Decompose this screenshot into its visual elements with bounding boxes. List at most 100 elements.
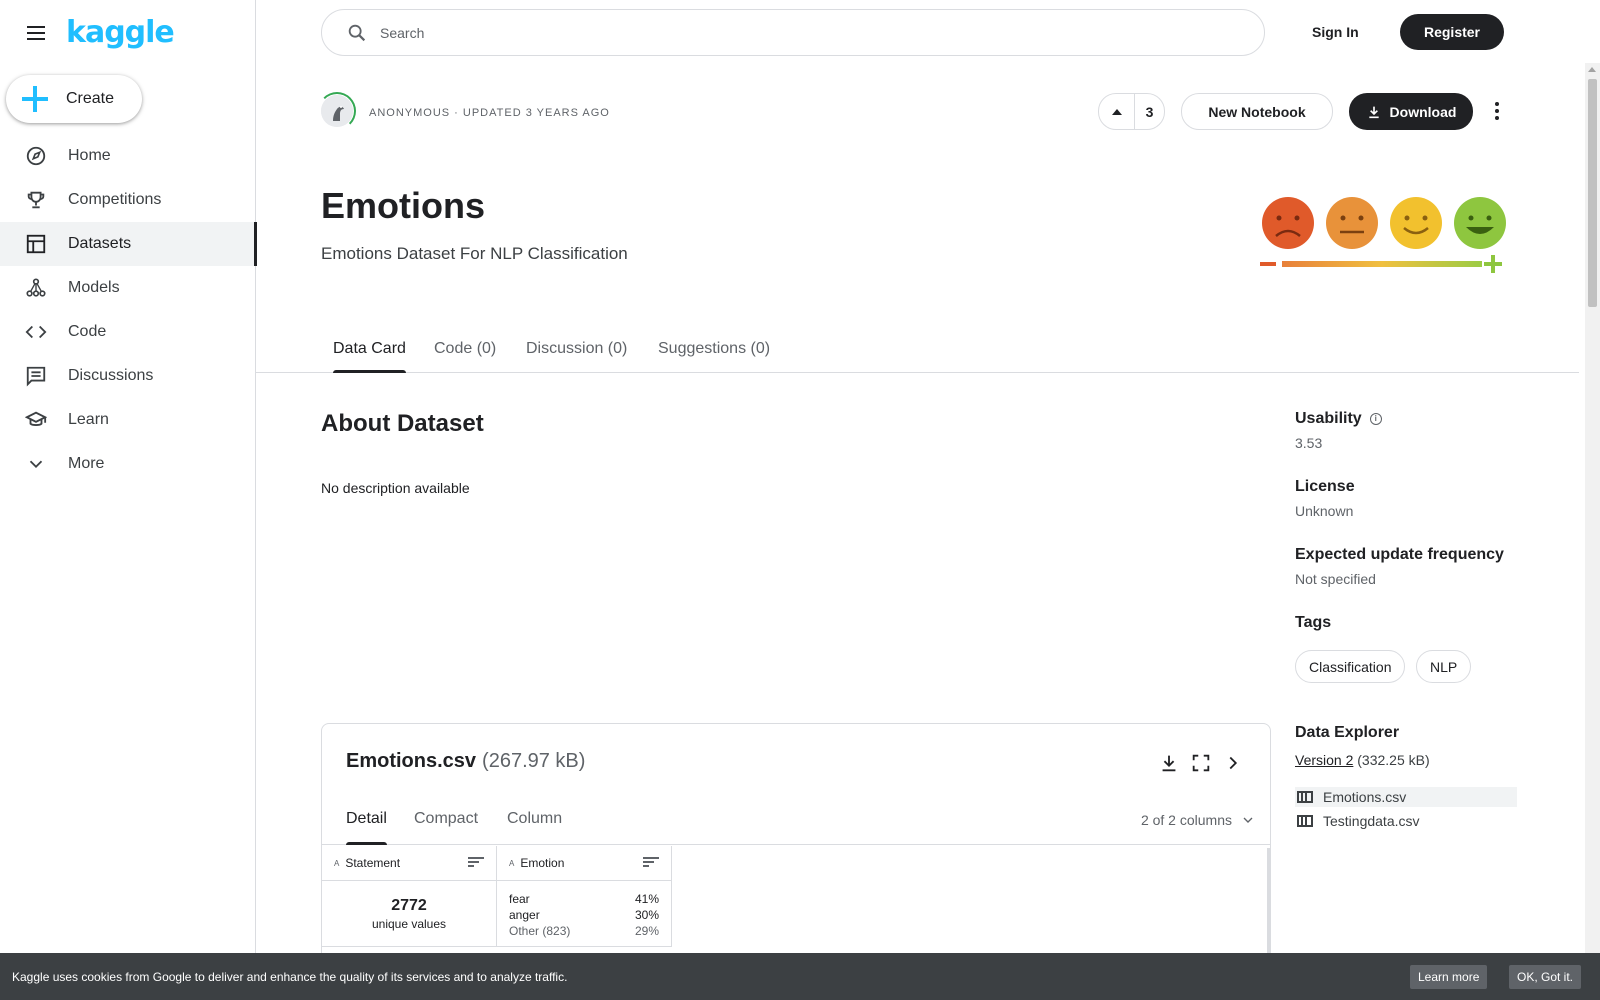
- kaggle-logo[interactable]: kaggle: [66, 18, 175, 48]
- sidebar-item-label: Learn: [68, 411, 109, 428]
- tab-detail[interactable]: Detail: [346, 810, 387, 845]
- tab-column[interactable]: Column: [507, 810, 562, 845]
- download-icon[interactable]: [1158, 752, 1180, 774]
- column-header[interactable]: A Emotion: [497, 846, 671, 881]
- tag-chip[interactable]: Classification: [1295, 650, 1406, 683]
- sidebar-item-datasets[interactable]: Datasets: [0, 222, 257, 266]
- column-name: Statement: [345, 856, 401, 870]
- fullscreen-icon[interactable]: [1190, 752, 1212, 774]
- sidebar-item-code[interactable]: Code: [0, 310, 256, 354]
- unique-count: 2772: [391, 897, 427, 914]
- file-item[interactable]: Emotions.csv: [1295, 787, 1517, 807]
- sidebar-item-learn[interactable]: Learn: [0, 398, 256, 442]
- category-pct: 41%: [634, 892, 659, 906]
- unique-label: unique values: [371, 917, 447, 931]
- chevron-right-icon[interactable]: [1222, 752, 1244, 774]
- page-title: Emotions: [321, 185, 486, 226]
- tab-data-card[interactable]: Data Card: [333, 340, 406, 373]
- models-icon: [24, 276, 48, 300]
- sign-in-button[interactable]: Sign In: [1296, 14, 1375, 50]
- version-link[interactable]: Version 2: [1295, 752, 1353, 768]
- tag-chip[interactable]: NLP: [1416, 650, 1472, 683]
- upvote-widget: 3: [1098, 93, 1165, 130]
- upvote-button[interactable]: [1099, 94, 1135, 129]
- sidebar-item-more[interactable]: More: [0, 442, 256, 486]
- scroll-up-arrow[interactable]: [1588, 67, 1596, 72]
- scrollbar-thumb[interactable]: [1588, 79, 1597, 307]
- distribution-row: Other (823) 29%: [509, 923, 659, 939]
- arrow-up-icon: [1111, 108, 1122, 115]
- version-info: Version 2 (332.25 kB): [1295, 752, 1430, 768]
- chevron-down-icon: [1243, 817, 1253, 823]
- file-item-label: Emotions.csv: [1323, 789, 1407, 805]
- search-bar[interactable]: [321, 9, 1265, 56]
- file-title: Emotions.csv (267.97 kB): [346, 750, 585, 773]
- anonymous-avatar-icon: [321, 95, 353, 127]
- cookie-ok-button[interactable]: OK, Got it.: [1509, 965, 1582, 989]
- info-icon[interactable]: i: [1369, 413, 1382, 425]
- school-icon: [24, 408, 48, 432]
- hamburger-menu-icon[interactable]: [24, 21, 48, 45]
- download-button-label: Download: [1389, 103, 1457, 120]
- column-summary: fear 41% anger 30% Other (823) 29%: [497, 881, 671, 947]
- file-size: (267.97 kB): [482, 750, 586, 772]
- sidebar-item-home[interactable]: Home: [0, 134, 256, 178]
- compass-icon: [24, 144, 48, 168]
- string-type-icon: A: [509, 858, 515, 868]
- download-button[interactable]: Download: [1349, 93, 1473, 130]
- create-button[interactable]: Create: [6, 75, 142, 123]
- register-button[interactable]: Register: [1400, 14, 1504, 50]
- file-name: Emotions.csv: [346, 750, 477, 772]
- category-label: fear: [509, 892, 530, 906]
- sidebar-item-competitions[interactable]: Competitions: [0, 178, 256, 222]
- comment-icon: [24, 364, 48, 388]
- learn-more-button[interactable]: Learn more: [1410, 965, 1488, 989]
- sort-icon[interactable]: [643, 857, 659, 869]
- more-options-icon[interactable]: [1485, 99, 1509, 123]
- download-icon: [1368, 106, 1379, 118]
- category-label: anger: [509, 908, 540, 922]
- sidebar-item-label: Code: [68, 323, 107, 340]
- string-type-icon: A: [334, 858, 340, 868]
- search-input[interactable]: [380, 24, 1230, 41]
- column-name: Emotion: [520, 856, 565, 870]
- sort-icon[interactable]: [468, 857, 484, 869]
- tags-heading: Tags: [1295, 614, 1332, 631]
- sidebar-item-label: Datasets: [68, 235, 132, 252]
- data-explorer-heading: Data Explorer: [1295, 724, 1400, 741]
- page-subtitle: Emotions Dataset For NLP Classification: [321, 244, 628, 263]
- sidebar-item-discussions[interactable]: Discussions: [0, 354, 256, 398]
- usability-value: 3.53: [1295, 435, 1323, 451]
- file-actions: [1158, 752, 1244, 774]
- sidebar-item-label: Models: [68, 279, 120, 296]
- avatar[interactable]: [321, 95, 353, 127]
- sidebar-item-label: Home: [68, 147, 111, 164]
- about-text: No description available: [321, 480, 470, 496]
- tab-code[interactable]: Code (0): [434, 340, 496, 373]
- usability-label: Usability: [1295, 410, 1362, 427]
- dataset-cover-image: [1260, 197, 1506, 273]
- columns-selector-label: 2 of 2 columns: [1140, 812, 1232, 828]
- tab-suggestions[interactable]: Suggestions (0): [658, 340, 770, 373]
- sidebar-item-models[interactable]: Models: [0, 266, 256, 310]
- category-label: Other (823): [509, 924, 571, 938]
- chevron-down-icon: [24, 452, 48, 476]
- upvote-count: 3: [1145, 103, 1154, 120]
- page-scrollbar[interactable]: [1585, 63, 1600, 1000]
- column-header[interactable]: A Statement: [322, 846, 496, 881]
- sidebar-top: kaggle: [24, 18, 175, 48]
- tab-compact[interactable]: Compact: [414, 810, 478, 845]
- license-heading: License: [1295, 478, 1355, 495]
- columns-selector[interactable]: 2 of 2 columns: [1141, 812, 1256, 828]
- table-icon: [24, 232, 48, 256]
- category-pct: 30%: [634, 908, 659, 922]
- tab-discussion[interactable]: Discussion (0): [526, 340, 627, 373]
- new-notebook-button[interactable]: New Notebook: [1181, 93, 1333, 130]
- frequency-heading: Expected update frequency: [1295, 546, 1504, 563]
- sidebar-nav: Home Competitions Datasets Models Code D…: [0, 134, 257, 486]
- file-item[interactable]: Testingdata.csv: [1295, 811, 1517, 831]
- usability-heading: Usability i: [1295, 410, 1382, 428]
- create-button-label: Create: [66, 90, 115, 107]
- table-file-icon: [1297, 791, 1313, 803]
- search-icon: [348, 24, 366, 41]
